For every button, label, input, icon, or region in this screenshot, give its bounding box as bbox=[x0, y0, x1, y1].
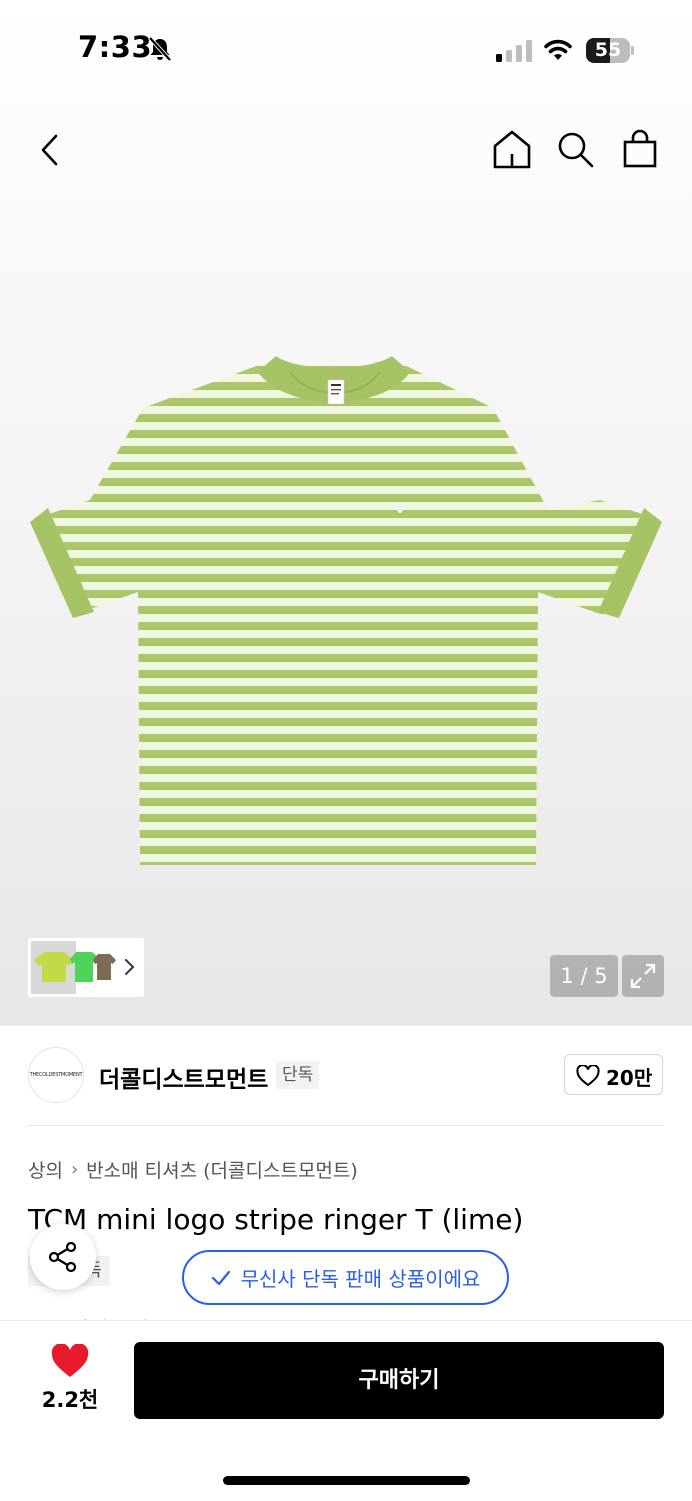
chevron-right-icon[interactable] bbox=[124, 957, 136, 977]
battery-percent: 55 bbox=[594, 39, 622, 61]
shopping-bag-icon[interactable] bbox=[620, 128, 660, 170]
exclusive-badge: 단독 bbox=[276, 1061, 320, 1089]
breadcrumb-subcategory[interactable]: 반소매 티셔츠 (더콜디스트모먼트) bbox=[86, 1156, 358, 1183]
breadcrumb: 상의 › 반소매 티셔츠 (더콜디스트모먼트) bbox=[28, 1156, 358, 1183]
divider bbox=[28, 1125, 664, 1126]
heart-filled-icon[interactable] bbox=[50, 1344, 90, 1380]
bell-muted-icon bbox=[148, 36, 172, 62]
check-icon bbox=[211, 1270, 230, 1285]
search-icon[interactable] bbox=[555, 129, 595, 169]
exclusive-sale-text: 무신사 단독 판매 상품이에요 bbox=[240, 1267, 481, 1291]
battery-cap bbox=[631, 46, 634, 55]
wish-count: 2.2천 bbox=[41, 1388, 99, 1412]
brand-logo[interactable]: THECOLDESTMOMENT bbox=[28, 1047, 84, 1103]
brand-like-button[interactable]: 20만 bbox=[564, 1054, 663, 1095]
brand-name[interactable]: 더콜디스트모먼트 bbox=[99, 1060, 268, 1094]
home-icon[interactable] bbox=[490, 128, 534, 170]
brand-like-count: 20만 bbox=[606, 1066, 653, 1090]
heart-outline-icon bbox=[576, 1065, 600, 1087]
expand-icon bbox=[630, 963, 656, 989]
product-image[interactable] bbox=[28, 350, 664, 872]
expand-image-button[interactable] bbox=[622, 955, 664, 997]
thumbnail-shirts-image bbox=[34, 952, 116, 982]
share-icon bbox=[48, 1241, 77, 1273]
cellular-signal-icon bbox=[496, 40, 532, 62]
buy-button[interactable]: 구매하기 bbox=[134, 1342, 664, 1419]
chevron-right-icon: › bbox=[70, 1159, 79, 1180]
image-counter: 1 / 5 bbox=[550, 955, 618, 997]
share-button[interactable] bbox=[30, 1224, 96, 1290]
exclusive-sale-toast: 무신사 단독 판매 상품이에요 bbox=[182, 1250, 509, 1305]
status-time: 7:33 bbox=[78, 30, 153, 64]
wifi-icon bbox=[544, 39, 572, 60]
home-indicator[interactable] bbox=[223, 1476, 470, 1485]
back-icon[interactable] bbox=[30, 126, 74, 174]
color-variant-thumbnails[interactable] bbox=[28, 938, 144, 997]
breadcrumb-category[interactable]: 상의 bbox=[28, 1156, 63, 1183]
battery-indicator: 55 bbox=[586, 38, 630, 63]
product-title: TCM mini logo stripe ringer T (lime) bbox=[28, 1203, 524, 1236]
